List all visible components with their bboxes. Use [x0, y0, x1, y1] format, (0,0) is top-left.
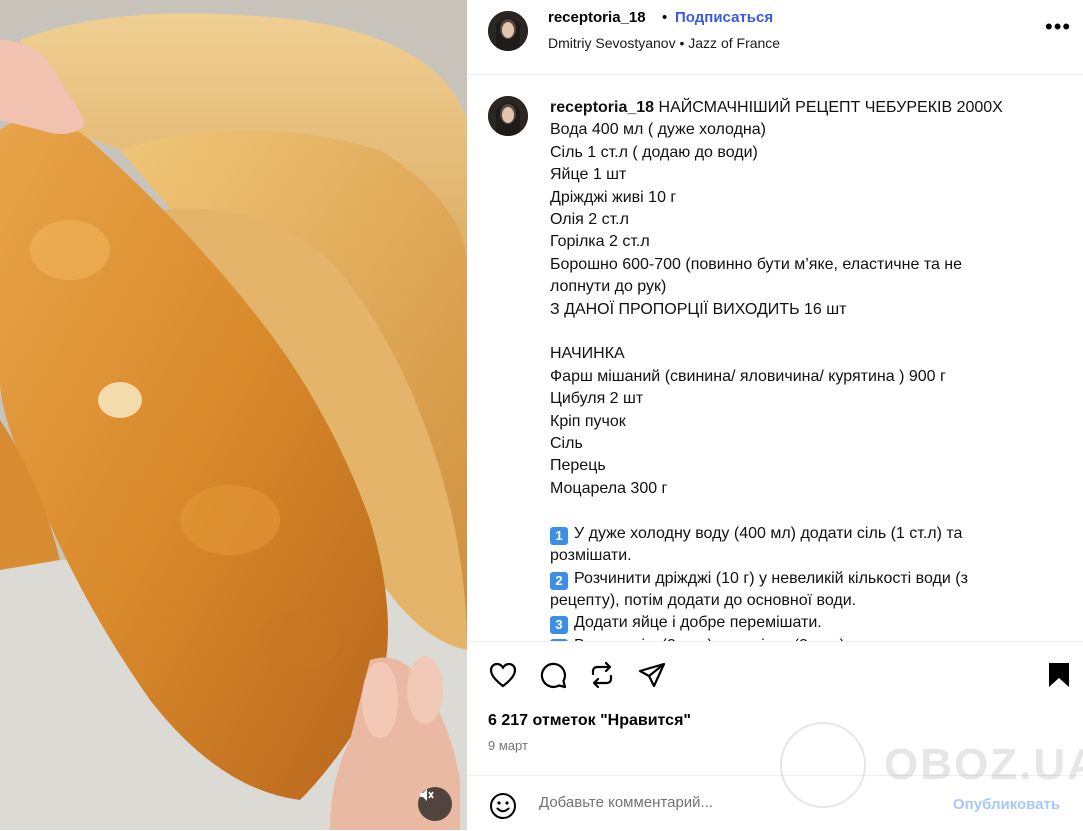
- caption-line: Перець: [550, 457, 606, 475]
- caption-username[interactable]: receptoria_18: [550, 99, 654, 116]
- caption-line: Цибуля 2 шт: [550, 390, 644, 408]
- avatar-image: [488, 11, 528, 51]
- step-number-badge: 1: [550, 526, 568, 545]
- avatar[interactable]: [488, 11, 528, 51]
- separator-dot: •: [662, 9, 668, 26]
- caption-area[interactable]: receptoria_18 НАЙСМАЧНІШИЙ РЕЦЕПТ ЧЕБУРЕ…: [467, 75, 1083, 641]
- repost-button[interactable]: [586, 659, 618, 691]
- caption-line: Горілка 2 ст.л: [550, 233, 650, 251]
- caption-line: Моцарела 300 г: [550, 479, 668, 497]
- caption-line: З ДАНОЇ ПРОПОРЦІЇ ВИХОДИТЬ 16 шт: [550, 300, 847, 318]
- caption-step: 1У дуже холодну воду (400 мл) додати сіл…: [550, 523, 1020, 568]
- caption-avatar[interactable]: [488, 96, 528, 136]
- share-icon: [638, 662, 666, 688]
- caption-line: НАЧИНКА: [550, 345, 625, 363]
- like-button[interactable]: [487, 659, 519, 691]
- action-bar: [467, 641, 1083, 702]
- mute-icon: [420, 789, 434, 801]
- bookmark-icon: [1049, 663, 1069, 687]
- comment-input[interactable]: [537, 793, 921, 812]
- food-image: [0, 0, 467, 830]
- comment-bar: Опубликовать: [467, 775, 1083, 831]
- caption-line: Борошно 600-700 (повинно бути м’яке, ела…: [550, 255, 967, 296]
- share-button[interactable]: [636, 659, 668, 691]
- emoji-button[interactable]: [488, 791, 518, 821]
- caption-line: Кріп пучок: [550, 412, 626, 430]
- comment-button[interactable]: [537, 659, 569, 691]
- bookmark-button[interactable]: [1043, 659, 1075, 691]
- publish-button[interactable]: Опубликовать: [953, 796, 1060, 813]
- caption-line: Вода 400 мл ( дуже холодна): [550, 121, 766, 139]
- music-info[interactable]: Dmitriy Sevostyanov • Jazz of France: [548, 35, 780, 51]
- post-header: receptoria_18 • Подписаться Dmitriy Sevo…: [467, 0, 1083, 75]
- caption-line: Фарш мішаний (свинина/ яловичина/ куряти…: [550, 367, 946, 385]
- mute-button[interactable]: [418, 787, 452, 821]
- caption-line: Сіль 1 ст.л ( додаю до води): [550, 143, 758, 161]
- smiley-icon: [490, 793, 516, 819]
- caption-title: НАЙСМАЧНІШИЙ РЕЦЕПТ ЧЕБУРЕКІВ 2000Х: [658, 99, 1003, 116]
- caption-step: 3 Додати яйце і добре перемішати.: [550, 612, 1020, 635]
- likes-count[interactable]: 6 217 отметок "Нравится": [488, 712, 691, 730]
- post-panel: receptoria_18 • Подписаться Dmitriy Sevo…: [467, 0, 1083, 830]
- step-text: У дуже холодну воду (400 мл) додати сіль…: [550, 524, 967, 565]
- comment-icon: [540, 662, 567, 689]
- caption-step: 2 Розчинити дріжджі (10 г) у невеликій кі…: [550, 568, 1020, 613]
- caption-title-line: receptoria_18 НАЙСМАЧНІШИЙ РЕЦЕПТ ЧЕБУРЕ…: [550, 97, 1020, 119]
- post-media[interactable]: [0, 0, 467, 830]
- heart-icon: [489, 662, 517, 688]
- step-text: Додати яйце і добре перемішати.: [574, 614, 822, 632]
- caption-line: Яйце 1 шт: [550, 166, 627, 184]
- step-text: Розчинити дріжджі (10 г) у невеликій кіл…: [550, 569, 973, 609]
- more-icon[interactable]: •••: [1045, 16, 1070, 40]
- caption-line: Сіль: [550, 435, 583, 453]
- post-date[interactable]: 9 март: [488, 738, 528, 753]
- repost-icon: [591, 662, 613, 688]
- caption-line: Олія 2 ст.л: [550, 211, 629, 229]
- avatar-image: [488, 96, 528, 136]
- step-number-badge: 3: [550, 616, 568, 635]
- step-number-badge: 2: [550, 571, 568, 590]
- author-username[interactable]: receptoria_18: [548, 9, 646, 26]
- caption-line: Дріжджі живі 10 г: [550, 188, 677, 206]
- caption-text: receptoria_18 НАЙСМАЧНІШИЙ РЕЦЕПТ ЧЕБУРЕ…: [550, 97, 1020, 641]
- follow-button[interactable]: Подписаться: [675, 9, 773, 26]
